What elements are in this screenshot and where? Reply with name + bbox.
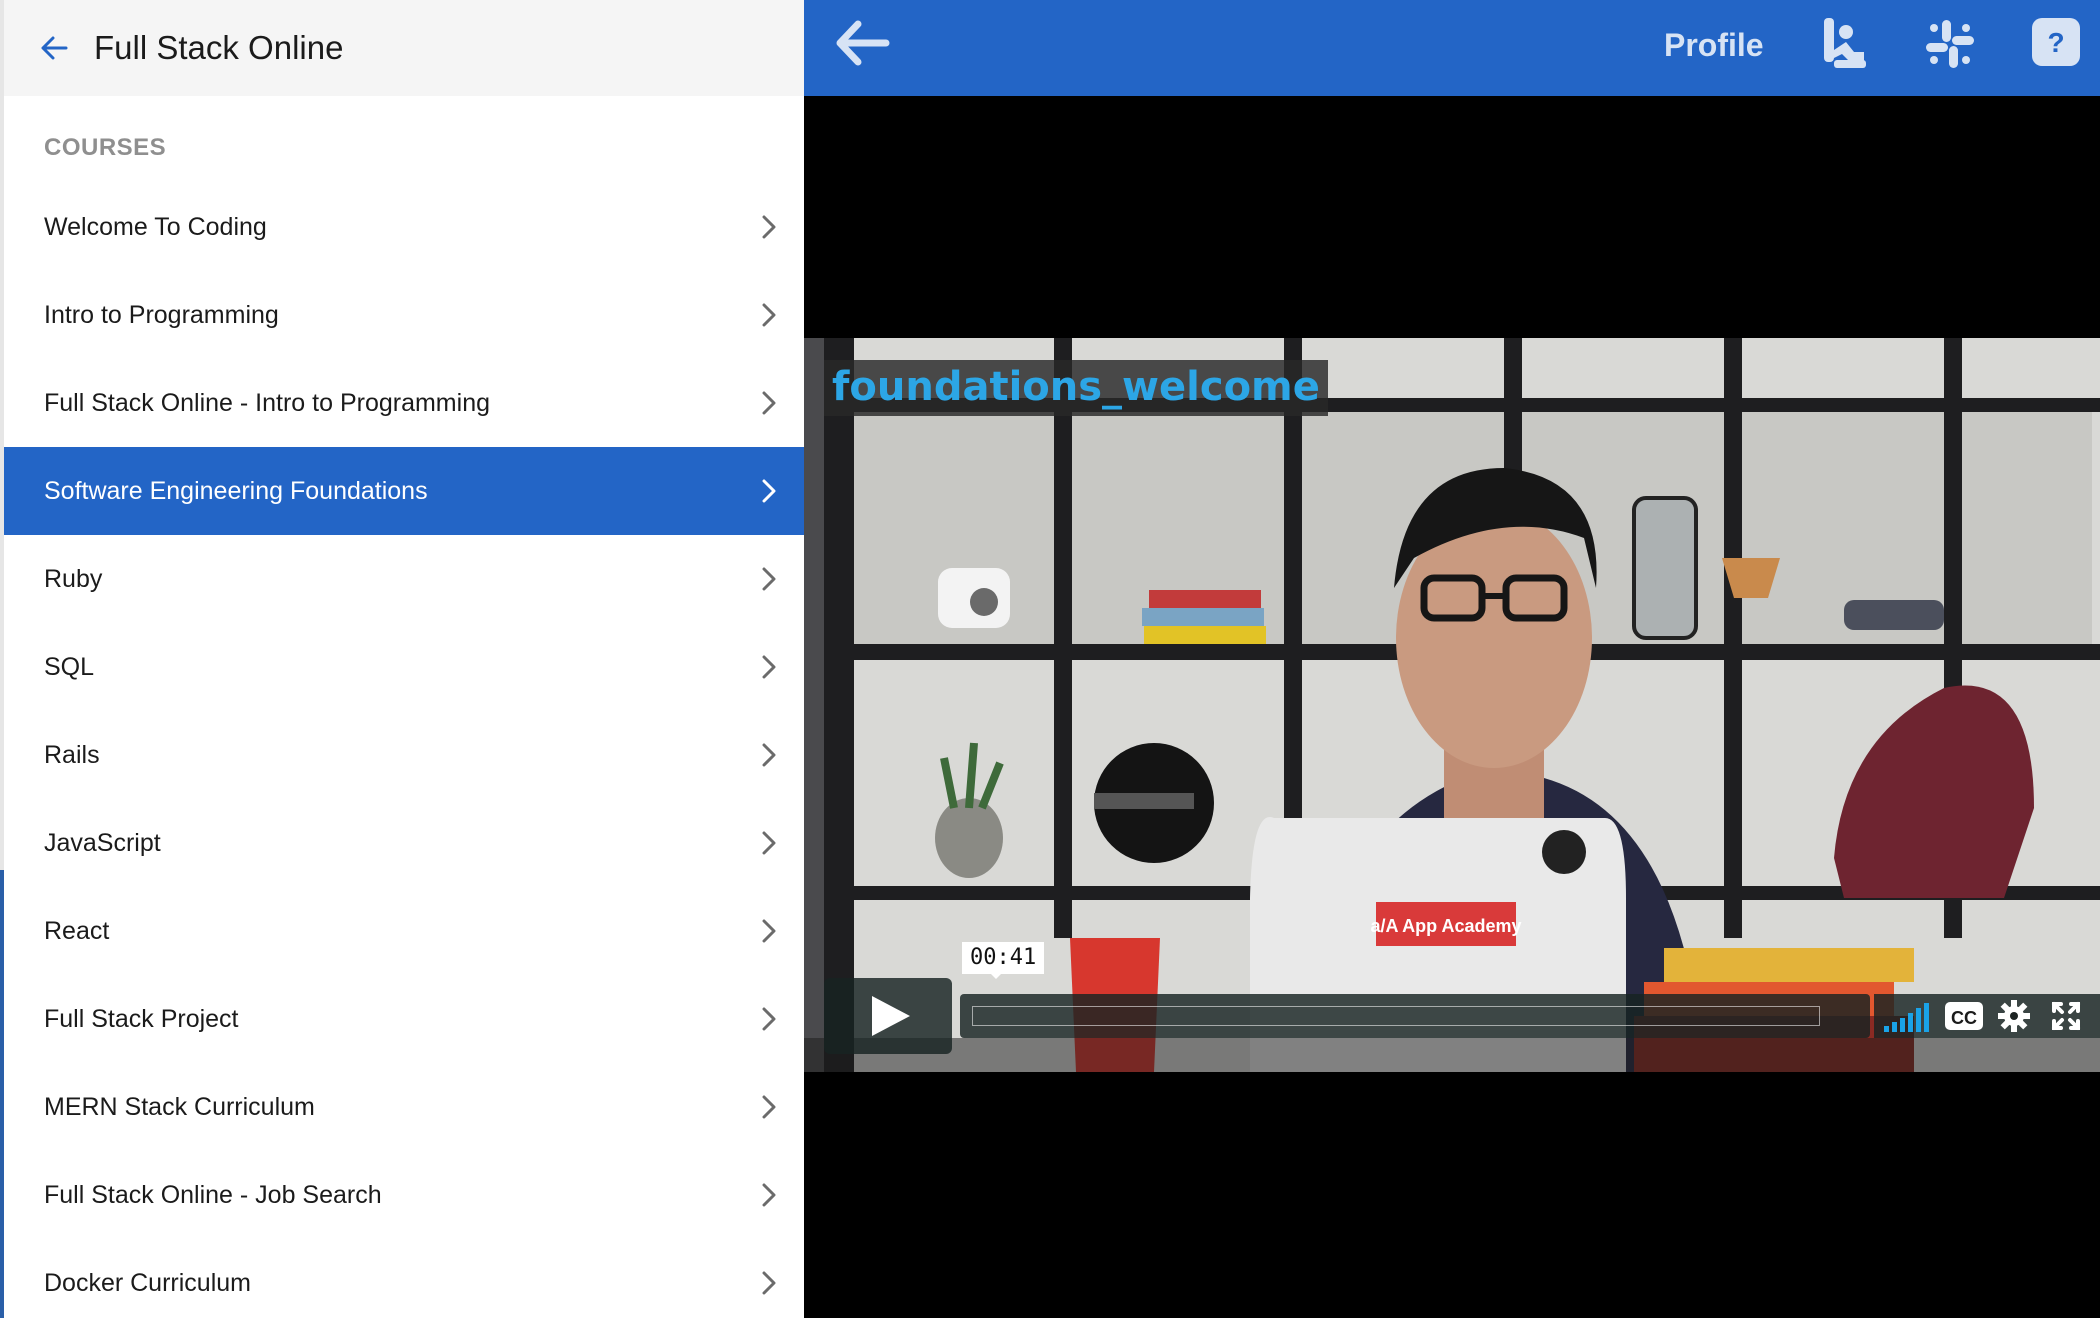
chevron-right-icon <box>758 214 780 240</box>
course-label: Full Stack Online - Intro to Programming <box>44 388 490 417</box>
course-item[interactable]: Welcome To Coding <box>4 183 804 271</box>
settings-gear-icon[interactable] <box>1998 1000 2030 1032</box>
course-label: Full Stack Project <box>44 1004 239 1033</box>
course-label: Intro to Programming <box>44 300 279 329</box>
course-label: Docker Curriculum <box>44 1268 251 1297</box>
back-arrow-icon[interactable] <box>40 32 72 64</box>
drawer-title: Full Stack Online <box>94 29 344 66</box>
closed-captions-icon[interactable]: CC <box>1944 1000 1984 1032</box>
svg-text:CC: CC <box>1951 1008 1977 1028</box>
course-item[interactable]: Full Stack Online - Intro to Programming <box>4 359 804 447</box>
chevron-right-icon <box>758 654 780 680</box>
course-label: Rails <box>44 740 100 769</box>
course-item[interactable]: Full Stack Project <box>4 975 804 1063</box>
chevron-right-icon <box>758 742 780 768</box>
chevron-right-icon <box>758 1270 780 1296</box>
courses-section-label: COURSES <box>44 134 167 161</box>
course-item[interactable]: React <box>4 887 804 975</box>
player-right-controls: CC <box>1874 994 2100 1038</box>
course-item[interactable]: Intro to Programming <box>4 271 804 359</box>
svg-text:a/A App Academy: a/A App Academy <box>1370 916 1521 936</box>
progress-figure-icon[interactable] <box>1820 16 1876 72</box>
play-button[interactable] <box>824 978 952 1054</box>
app-topbar: Profile ? <box>804 0 2100 96</box>
back-arrow-icon[interactable] <box>834 20 890 66</box>
course-list: Welcome To Coding Intro to Programming F… <box>4 183 804 1318</box>
course-label: SQL <box>44 652 95 681</box>
course-label: JavaScript <box>44 828 161 857</box>
course-label: Software Engineering Foundations <box>44 476 428 505</box>
course-item[interactable]: JavaScript <box>4 799 804 887</box>
progress-track[interactable] <box>972 1006 1820 1026</box>
chevron-right-icon <box>758 1094 780 1120</box>
chevron-right-icon <box>758 566 780 592</box>
course-drawer: Full Stack Online COURSES Welcome To Cod… <box>4 0 804 1318</box>
course-item[interactable]: SQL <box>4 623 804 711</box>
chevron-right-icon <box>758 830 780 856</box>
svg-text:?: ? <box>2047 27 2064 58</box>
video-player[interactable]: a/A App Academy foundations_welcome 00:4… <box>804 338 2100 1072</box>
progress-bar[interactable] <box>960 994 1870 1038</box>
course-item[interactable]: Docker Curriculum <box>4 1239 804 1318</box>
player-controls: 00:41 CC <box>824 942 2100 1058</box>
chevron-right-icon <box>758 302 780 328</box>
course-label: MERN Stack Curriculum <box>44 1092 315 1121</box>
course-item[interactable]: Software Engineering Foundations <box>4 447 804 535</box>
course-item[interactable]: Full Stack Online - Job Search <box>4 1151 804 1239</box>
course-item[interactable]: MERN Stack Curriculum <box>4 1063 804 1151</box>
time-tooltip: 00:41 <box>962 942 1045 979</box>
course-label: Ruby <box>44 564 103 593</box>
chevron-right-icon <box>758 390 780 416</box>
course-item[interactable]: Rails <box>4 711 804 799</box>
play-icon <box>872 996 910 1036</box>
chevron-right-icon <box>758 1182 780 1208</box>
help-icon[interactable]: ? <box>2030 16 2086 72</box>
chevron-right-icon <box>758 478 780 504</box>
slack-icon[interactable] <box>1922 16 1978 72</box>
chevron-right-icon <box>758 1006 780 1032</box>
video-title-overlay: foundations_welcome <box>824 360 1328 416</box>
course-label: Full Stack Online - Job Search <box>44 1180 382 1209</box>
volume-bars-icon[interactable] <box>1884 1000 1930 1032</box>
course-label: React <box>44 916 110 945</box>
fullscreen-icon[interactable] <box>2050 1000 2082 1032</box>
chevron-right-icon <box>758 918 780 944</box>
course-label: Welcome To Coding <box>44 212 267 241</box>
course-item[interactable]: Ruby <box>4 535 804 623</box>
drawer-header: Full Stack Online <box>4 0 804 96</box>
profile-link[interactable]: Profile <box>1664 0 1764 96</box>
